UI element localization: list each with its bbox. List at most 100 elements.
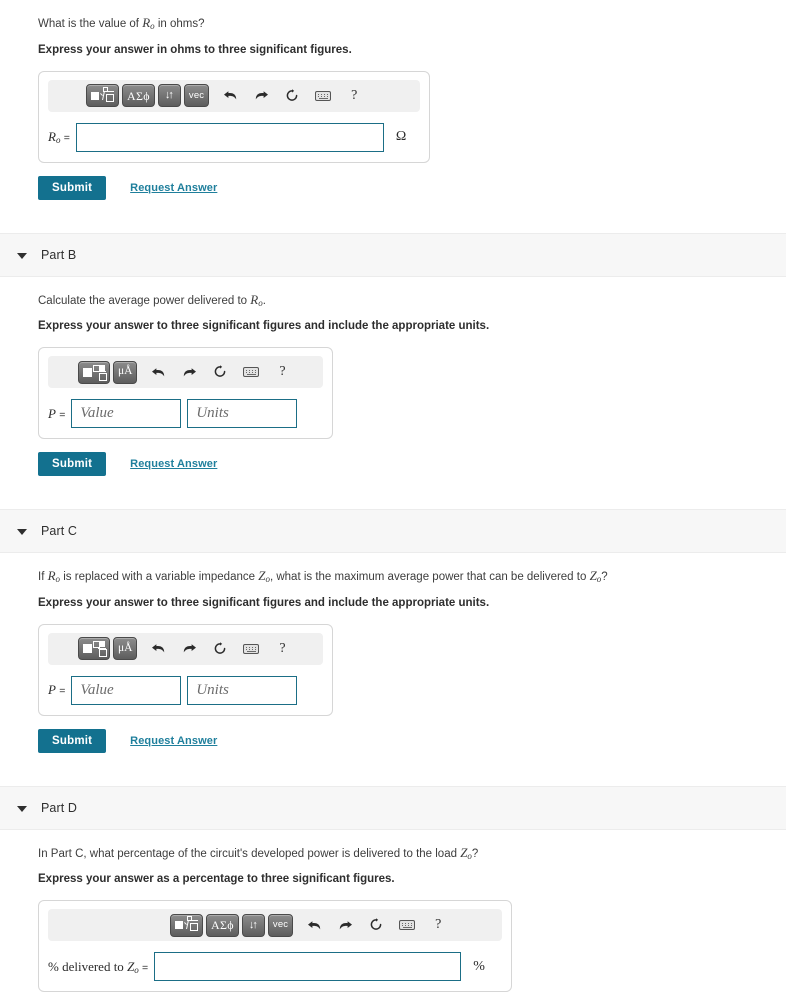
sort-arrows-button[interactable]: ↓↑: [157, 84, 181, 108]
keyboard-icon[interactable]: [396, 914, 418, 936]
part-c-request-answer-link[interactable]: Request Answer: [130, 735, 217, 747]
part-a-question-post: in ohms?: [154, 18, 205, 30]
part-b-answer-box: μÅ ? P = Value Units: [38, 347, 333, 440]
part-b-submit-row: Submit Request Answer: [38, 452, 786, 477]
part-a-unit-suffix: Ω: [395, 129, 407, 145]
symbol-Zo-2: Zo: [589, 568, 602, 585]
micro-angstrom-label: μÅ: [118, 365, 133, 378]
template-fraction-button[interactable]: [78, 360, 110, 384]
part-d-toolbar: ΑΣϕ ↓↑ vec ?: [48, 909, 502, 942]
redo-icon[interactable]: [250, 85, 272, 107]
part-d-unit-suffix: %: [473, 958, 485, 974]
part-a-question: What is the value of Ro in ohms?: [38, 0, 786, 33]
part-c-header[interactable]: Part C: [0, 509, 786, 554]
part-a-toolbar: ΑΣϕ ↓↑ vec ?: [48, 79, 420, 112]
part-b-title: Part B: [41, 247, 77, 262]
part-b-input-row: P =: [48, 399, 323, 429]
greek-symbols-button[interactable]: ΑΣϕ: [122, 84, 155, 108]
symbol-Ro: Ro: [250, 291, 263, 308]
reset-icon[interactable]: [281, 85, 303, 107]
part-d-answer-input[interactable]: [154, 952, 462, 982]
vector-button[interactable]: vec: [183, 84, 210, 108]
template-root-button[interactable]: [86, 84, 119, 108]
reset-icon[interactable]: [209, 638, 231, 660]
help-icon[interactable]: ?: [271, 638, 293, 660]
redo-icon[interactable]: [334, 914, 356, 936]
symbol-Ro: Ro: [142, 15, 155, 31]
keyboard-icon[interactable]: [312, 85, 334, 107]
part-d-variable-label: % delivered to Zo =: [48, 958, 149, 975]
part-c-answer-box: μÅ ? P = Value Units: [38, 623, 333, 716]
part-b-question: Calculate the average power delivered to…: [38, 291, 266, 308]
part-b-units-input[interactable]: [187, 399, 298, 429]
part-d-body: In Part C, what percentage of the circui…: [0, 830, 786, 992]
part-b-header[interactable]: Part B: [0, 232, 786, 277]
chevron-down-icon[interactable]: [17, 249, 29, 261]
undo-icon[interactable]: [303, 914, 325, 936]
greek-symbols-button[interactable]: ΑΣϕ: [206, 913, 239, 937]
vector-label: vec: [272, 919, 289, 931]
part-c-submit-button[interactable]: Submit: [38, 728, 107, 753]
sort-arrows-label: ↓↑: [248, 918, 258, 931]
part-a-submit-row: Submit Request Answer: [38, 175, 786, 200]
template-root-icon: [175, 916, 198, 932]
keyboard-icon[interactable]: [240, 638, 262, 660]
sort-arrows-button[interactable]: ↓↑: [241, 913, 265, 937]
part-a-instruction: Express your answer in ohms to three sig…: [38, 43, 352, 56]
redo-icon[interactable]: [178, 638, 200, 660]
part-d-header[interactable]: Part D: [0, 785, 786, 830]
chevron-down-icon[interactable]: [17, 525, 29, 537]
help-icon[interactable]: ?: [343, 85, 365, 107]
keyboard-icon[interactable]: [240, 361, 262, 383]
symbol-Zo: Zo: [460, 844, 472, 861]
part-c-instruction: Express your answer to three significant…: [38, 596, 490, 609]
micro-angstrom-button[interactable]: μÅ: [113, 637, 138, 661]
part-c-title: Part C: [41, 524, 78, 539]
part-b-value-input[interactable]: [71, 399, 182, 429]
help-icon[interactable]: ?: [271, 361, 293, 383]
help-icon[interactable]: ?: [427, 914, 449, 936]
template-root-button[interactable]: [170, 913, 203, 937]
part-a-request-answer-link[interactable]: Request Answer: [130, 182, 217, 194]
part-b-variable-label: P =: [48, 405, 66, 421]
keyboard-glyph: [243, 367, 260, 378]
symbol-Zo: Zo: [258, 568, 270, 585]
template-fraction-icon: [83, 364, 107, 381]
part-d-answer-box: ΑΣϕ ↓↑ vec ? % delivered to Zo = %: [38, 900, 512, 992]
undo-icon[interactable]: [147, 638, 169, 660]
micro-angstrom-button[interactable]: μÅ: [113, 360, 138, 384]
undo-icon[interactable]: [147, 361, 169, 383]
part-c-body: If Ro is replaced with a variable impeda…: [0, 553, 786, 753]
part-a-variable-label: Ro =: [48, 129, 70, 146]
part-c-value-input[interactable]: [71, 675, 182, 705]
part-b-submit-button[interactable]: Submit: [38, 452, 107, 477]
undo-icon[interactable]: [219, 85, 241, 107]
reset-icon[interactable]: [209, 361, 231, 383]
part-b-toolbar: μÅ ?: [48, 356, 323, 389]
part-a-submit-button[interactable]: Submit: [38, 175, 107, 200]
part-b-body: Calculate the average power delivered to…: [0, 277, 786, 477]
part-a-input-row: Ro = Ω: [48, 122, 420, 152]
micro-angstrom-label: μÅ: [118, 641, 133, 654]
template-fraction-icon: [83, 641, 107, 658]
keyboard-glyph: [399, 920, 416, 931]
part-c-variable-label: P =: [48, 682, 66, 698]
part-a-answer-input[interactable]: [75, 122, 384, 152]
redo-icon[interactable]: [178, 361, 200, 383]
chevron-down-icon[interactable]: [17, 802, 29, 814]
part-a-answer-box: ΑΣϕ ↓↑ vec ? Ro = Ω: [38, 70, 430, 163]
part-d-section: Part D In Part C, what percentage of the…: [0, 785, 786, 992]
keyboard-glyph: [243, 643, 260, 654]
part-c-units-input[interactable]: [187, 675, 298, 705]
sort-arrows-label: ↓↑: [164, 89, 174, 102]
vector-button[interactable]: vec: [267, 913, 294, 937]
part-c-input-row: P =: [48, 675, 323, 705]
reset-icon[interactable]: [365, 914, 387, 936]
exercise-page: What is the value of Ro in ohms? Express…: [0, 0, 786, 992]
part-a-section: What is the value of Ro in ohms? Express…: [0, 0, 786, 200]
part-d-title: Part D: [41, 800, 78, 815]
part-b-request-answer-link[interactable]: Request Answer: [130, 458, 217, 470]
keyboard-glyph: [315, 90, 332, 101]
part-b-instruction: Express your answer to three significant…: [38, 320, 490, 333]
template-fraction-button[interactable]: [78, 637, 110, 661]
